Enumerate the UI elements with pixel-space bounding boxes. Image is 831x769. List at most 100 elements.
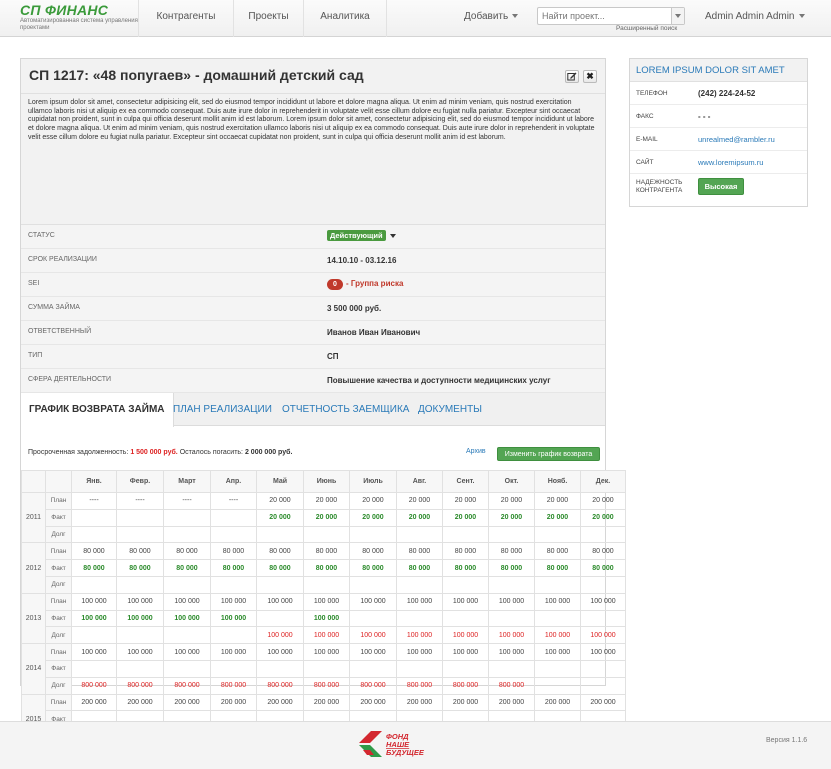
plan-cell: 100 000 — [116, 592, 164, 611]
plan-cell: 100 000 — [534, 592, 581, 611]
change-schedule-button[interactable]: Изменить график возврата — [497, 447, 600, 461]
fact-cell: 20 000 — [396, 508, 443, 527]
brand-subtitle: Автоматизированная система управления пр… — [20, 18, 138, 31]
fact-cell: 20 000 — [256, 508, 304, 527]
row-kind-cell: Долг — [45, 626, 72, 645]
site-link[interactable]: www.loremipsum.ru — [698, 158, 763, 167]
nav-projects[interactable]: Проекты — [233, 0, 303, 37]
plan-cell: 100 000 — [580, 643, 626, 661]
contractor-title[interactable]: LOREM IPSUM DOLOR SIT AMET — [630, 59, 807, 82]
row-kind-cell: Долг — [45, 676, 72, 695]
table-row: Долг 800 000 800 000 800 000 800 000 800 000 8… — [22, 676, 626, 695]
project-panel: СП 1217: «48 попугаев» - домашний детски… — [20, 58, 626, 745]
debt-cell — [349, 575, 397, 594]
search-input[interactable] — [538, 8, 666, 24]
prop-sphere: Сфера деятельности Повышение качества и … — [21, 369, 605, 393]
fact-cell: 100 000 — [163, 609, 211, 628]
fact-cell — [116, 659, 164, 678]
fund-logo-icon: ФОНД НАШЕ БУДУЩЕЕ — [359, 731, 425, 757]
top-navbar: СП ФИНАНС Автоматизированная система упр… — [0, 0, 831, 37]
month-header: Март — [163, 470, 211, 493]
month-header: Янв. — [71, 470, 117, 493]
debt-cell — [534, 676, 581, 695]
prop-loan: Сумма займа 3 500 000 руб. — [21, 297, 605, 321]
add-dropdown[interactable]: Добавить — [464, 0, 519, 33]
prop-label: Сумма займа — [28, 304, 80, 311]
project-search — [537, 7, 685, 25]
debt-cell: 100 000 — [442, 626, 489, 645]
project-header: СП 1217: «48 попугаев» - домашний детски… — [21, 59, 605, 94]
table-row: 2011 План ---- ---- ---- ---- 20 000 20 000 20 0… — [21, 491, 626, 544]
fact-cell — [349, 659, 397, 678]
fact-cell: 20 000 — [442, 508, 489, 527]
debt-cell — [442, 575, 489, 594]
debt-cell — [210, 575, 257, 594]
row-kind-cell: Долг — [45, 575, 72, 594]
status-dropdown[interactable]: Действующий — [327, 230, 396, 241]
debt-cell — [163, 575, 211, 594]
plan-cell: 200 000 — [116, 693, 164, 712]
side-label: Сайт — [636, 159, 654, 166]
fax-value: - - - — [698, 112, 711, 121]
plan-cell: 200 000 — [210, 693, 257, 712]
table-row: Долг — [22, 575, 626, 594]
plan-cell: 80 000 — [210, 542, 257, 561]
debt-cell — [116, 525, 164, 544]
tab-implementation-plan[interactable]: ПЛАН РЕАЛИЗАЦИИ — [165, 393, 280, 426]
fact-cell — [256, 659, 304, 678]
nav-contractors[interactable]: Контрагенты — [138, 0, 233, 37]
plan-cell: 20 000 — [396, 492, 443, 510]
fact-cell: 80 000 — [210, 559, 257, 577]
plan-cell: 200 000 — [163, 693, 211, 712]
fact-cell: 80 000 — [71, 559, 117, 577]
close-button[interactable]: ✖ — [583, 70, 597, 83]
month-header: Дек. — [580, 470, 626, 493]
year-cell: 2012 — [21, 542, 46, 594]
row-kind-cell: Факт — [45, 659, 72, 678]
debt-cell — [163, 525, 211, 544]
fact-cell — [488, 609, 535, 628]
debt-cell: 100 000 — [349, 626, 397, 645]
archive-link[interactable]: Архив — [466, 448, 486, 455]
sei-value: 0- Группа риска — [327, 279, 403, 290]
plan-cell: 20 000 — [488, 492, 535, 510]
search-dropdown-button[interactable] — [671, 8, 684, 24]
brand[interactable]: СП ФИНАНС Автоматизированная система упр… — [20, 2, 138, 32]
debt-cell: 100 000 — [488, 626, 535, 645]
fact-cell — [349, 609, 397, 628]
plan-cell: 80 000 — [163, 542, 211, 561]
tab-repayment-schedule[interactable]: ГРАФИК ВОЗВРАТА ЗАЙМА — [21, 393, 174, 427]
advanced-search-link[interactable]: Расширенный поиск — [616, 25, 677, 32]
plan-cell: 100 000 — [116, 643, 164, 661]
tab-borrower-reports[interactable]: ОТЧЕТНОСТЬ ЗАЕМЩИКА — [274, 393, 417, 426]
debt-cell — [163, 626, 211, 645]
debt-cell: 800 000 — [442, 676, 489, 695]
plan-cell: 100 000 — [488, 643, 535, 661]
side-label: Телефон — [636, 90, 668, 97]
fact-cell — [534, 659, 581, 678]
table-row: Факт 20 000 20 000 20 000 20 000 20 000 20 000… — [22, 508, 626, 527]
nav-analytics[interactable]: Аналитика — [303, 0, 387, 37]
plan-cell: 80 000 — [71, 542, 117, 561]
edit-button[interactable] — [565, 70, 579, 83]
fact-cell: 80 000 — [256, 559, 304, 577]
fact-cell: 100 000 — [71, 609, 117, 628]
plan-cell: 80 000 — [442, 542, 489, 561]
plan-cell: 80 000 — [116, 542, 164, 561]
table-header-row: Янв. Февр. Март Апр. Май Июнь Июль Авг. Сент. Окт… — [21, 470, 626, 493]
plan-cell: ---- — [163, 492, 211, 510]
table-row: Факт — [22, 659, 626, 678]
plan-cell: 200 000 — [442, 693, 489, 712]
corner-cell — [21, 470, 46, 493]
email-link[interactable]: unrealmed@rambler.ru — [698, 135, 775, 144]
prop-value: 3 500 000 руб. — [327, 304, 382, 313]
phone-value: (242) 224-24-52 — [698, 89, 756, 98]
tab-documents[interactable]: ДОКУМЕНТЫ — [410, 393, 490, 426]
user-menu[interactable]: Admin Admin Admin — [705, 0, 805, 33]
row-kind-cell: Факт — [45, 559, 72, 577]
fact-cell: 80 000 — [442, 559, 489, 577]
fact-cell — [116, 508, 164, 527]
version-text: Версия 1.1.6 — [766, 737, 808, 744]
year-cell: 2014 — [21, 643, 46, 695]
month-header: Сент. — [442, 470, 489, 493]
